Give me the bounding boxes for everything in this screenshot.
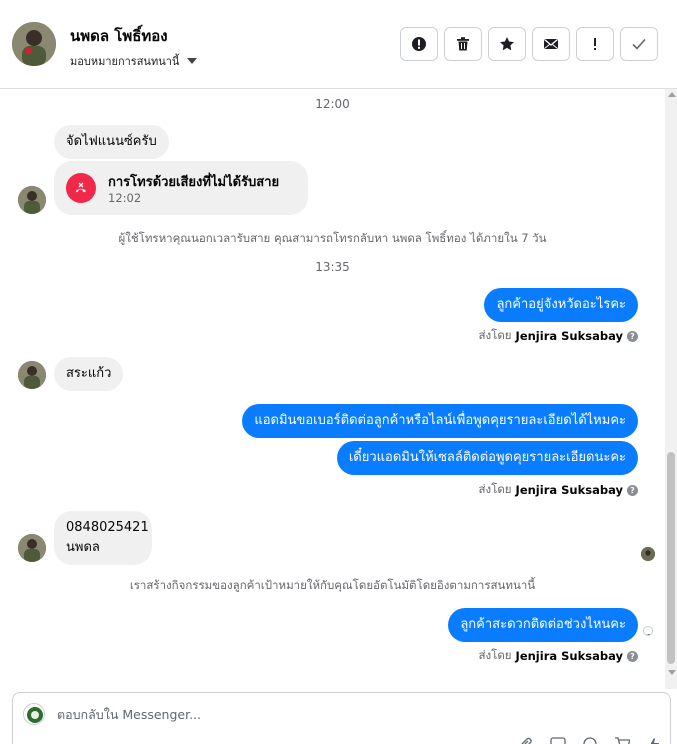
- star-button[interactable]: [488, 27, 526, 61]
- header-actions: [400, 27, 658, 61]
- sent-by-label: ส่งโดย Jenjira Suksabay ?: [479, 647, 638, 665]
- sent-by-prefix: ส่งโดย: [478, 328, 512, 342]
- timestamp: 12:00: [315, 97, 350, 111]
- page-seen-avatar: [643, 626, 653, 636]
- chevron-down-icon: [187, 58, 198, 64]
- help-icon[interactable]: ?: [627, 484, 638, 496]
- sent-by-name: Jenjira Suksabay: [515, 329, 623, 343]
- envelope-icon: [544, 39, 558, 49]
- gif-icon[interactable]: [550, 737, 566, 744]
- sent-by-prefix: ส่งโดย: [478, 648, 512, 662]
- mark-unread-button[interactable]: [532, 27, 570, 61]
- star-icon: [500, 37, 514, 51]
- sent-by-name: Jenjira Suksabay: [515, 649, 623, 663]
- outgoing-message[interactable]: แอดมินขอเบอร์ติดต่อลูกค้าหรือไลน์เพื่อพู…: [242, 404, 638, 438]
- incoming-message[interactable]: จัดไฟแนนซ์ครับ: [54, 125, 169, 159]
- contact-name[interactable]: นพดล โพธิ์ทอง: [70, 24, 168, 48]
- message-thread[interactable]: 12:00 จัดไฟแนนซ์ครับ การโทรด้วยเสียงที่ไ…: [0, 89, 665, 689]
- scrollbar-thumb[interactable]: [667, 452, 675, 664]
- sent-by-name: Jenjira Suksabay: [515, 483, 623, 497]
- system-notice: เราสร้างกิจกรรมของลูกค้าเป้าหมายให้กับคุ…: [129, 578, 536, 592]
- page-avatar: [23, 703, 45, 725]
- reply-composer: [12, 692, 671, 744]
- sender-avatar: [18, 534, 46, 562]
- alert-circle-icon: [412, 37, 426, 51]
- emoji-icon[interactable]: [582, 737, 598, 744]
- trash-icon: [457, 37, 469, 51]
- assign-conversation-dropdown[interactable]: มอบหมายการสนทนานี้: [70, 52, 198, 70]
- message-line: นพดล: [66, 540, 100, 555]
- reply-input[interactable]: [57, 707, 617, 722]
- scroll-down-arrow-icon[interactable]: [668, 670, 676, 675]
- like-icon[interactable]: [646, 737, 662, 744]
- call-time: 12:02: [108, 191, 142, 205]
- outgoing-message[interactable]: ลูกค้าสะดวกติดต่อช่วงไหนคะ: [448, 608, 638, 642]
- composer-tools: [518, 737, 662, 744]
- missed-call-card[interactable]: การโทรด้วยเสียงที่ไม่ได้รับสาย 12:02: [54, 161, 308, 215]
- scroll-up-arrow-icon[interactable]: [668, 92, 676, 97]
- cart-icon[interactable]: [614, 737, 630, 744]
- paperclip-icon[interactable]: [518, 737, 534, 744]
- sender-avatar: [18, 186, 46, 214]
- checkmark-icon: [632, 38, 646, 50]
- contact-avatar[interactable]: [12, 22, 56, 66]
- incoming-message[interactable]: สระแก้ว: [54, 357, 124, 391]
- important-button[interactable]: [576, 27, 614, 61]
- call-title: การโทรด้วยเสียงที่ไม่ได้รับสาย: [108, 175, 280, 190]
- sent-by-label: ส่งโดย Jenjira Suksabay ?: [479, 481, 638, 499]
- message-line: 0848025421: [66, 520, 149, 535]
- mark-spam-button[interactable]: [400, 27, 438, 61]
- conversation-header: นพดล โพธิ์ทอง มอบหมายการสนทนานี้: [0, 0, 677, 89]
- mark-done-button[interactable]: [620, 27, 658, 61]
- timestamp: 13:35: [315, 260, 350, 274]
- system-notice: ผู้ใช้โทรหาคุณนอกเวลารับสาย คุณสามารถโทร…: [118, 231, 547, 245]
- delete-button[interactable]: [444, 27, 482, 61]
- outgoing-message[interactable]: เดี๋ยวแอดมินให้เซลล์ติดต่อพูดคุยรายละเอี…: [336, 441, 638, 475]
- incoming-message[interactable]: 0848025421 นพดล: [54, 511, 152, 565]
- seen-avatar: [641, 547, 655, 561]
- help-icon[interactable]: ?: [627, 650, 638, 662]
- sent-by-label: ส่งโดย Jenjira Suksabay ?: [479, 327, 638, 345]
- help-icon[interactable]: ?: [627, 330, 638, 342]
- missed-call-icon: [66, 173, 96, 203]
- sent-by-prefix: ส่งโดย: [478, 482, 512, 496]
- outgoing-message[interactable]: ลูกค้าอยู่จังหวัดอะไรคะ: [484, 288, 638, 322]
- sender-avatar: [18, 361, 46, 389]
- exclamation-icon: [594, 38, 596, 50]
- assign-label: มอบหมายการสนทนานี้: [70, 55, 180, 68]
